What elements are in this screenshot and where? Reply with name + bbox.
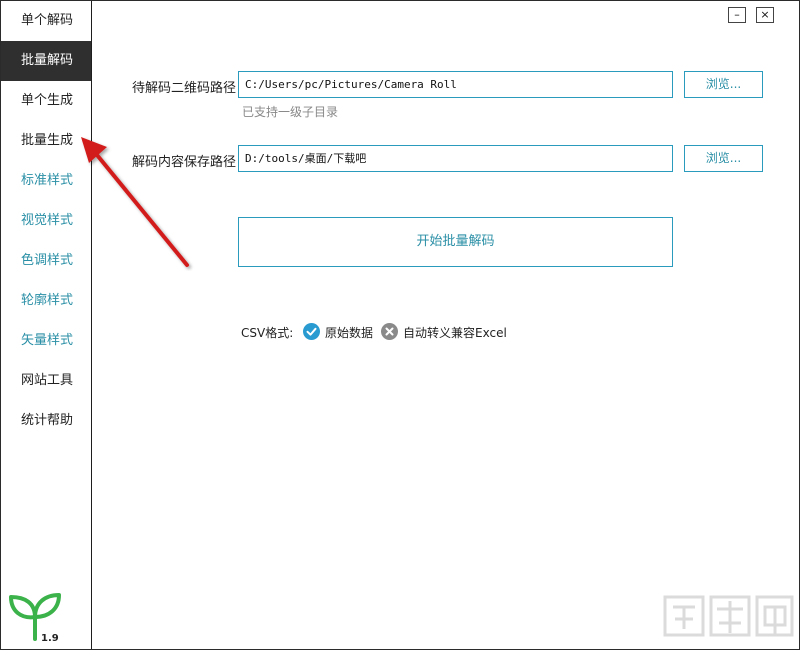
- sidebar-item-tone-style[interactable]: 色调样式: [1, 241, 91, 281]
- sidebar-item-visual-style[interactable]: 视觉样式: [1, 201, 91, 241]
- start-batch-decode-button[interactable]: 开始批量解码: [238, 217, 673, 267]
- sidebar: 单个解码 批量解码 单个生成 批量生成 标准样式 视觉样式 色调样式 轮廓样式 …: [1, 1, 92, 649]
- csv-format-label: CSV格式:: [241, 326, 294, 340]
- sidebar-item-single-decode[interactable]: 单个解码: [1, 1, 91, 41]
- sidebar-item-standard-style[interactable]: 标准样式: [1, 161, 91, 201]
- version-label: 1.9: [41, 633, 59, 644]
- csv-option-raw-data[interactable]: 原始数据: [325, 324, 373, 341]
- subdirectory-hint: 已支持一级子目录: [242, 105, 339, 119]
- sidebar-item-vector-style[interactable]: 矢量样式: [1, 321, 91, 361]
- sidebar-item-single-generate[interactable]: 单个生成: [1, 81, 91, 121]
- sidebar-item-outline-style[interactable]: 轮廓样式: [1, 281, 91, 321]
- qr-path-input[interactable]: C:/Users/pc/Pictures/Camera Roll: [238, 71, 673, 98]
- csv-option-excel-compatible[interactable]: 自动转义兼容Excel: [403, 324, 507, 341]
- close-button[interactable]: ×: [756, 7, 774, 23]
- sidebar-item-batch-decode[interactable]: 批量解码: [1, 41, 91, 81]
- minimize-button[interactable]: –: [728, 7, 746, 23]
- sidebar-item-batch-generate[interactable]: 批量生成: [1, 121, 91, 161]
- save-path-label: 解码内容保存路径: [132, 155, 237, 170]
- qr-path-label: 待解码二维码路径: [132, 81, 237, 96]
- browse-qr-path-button[interactable]: 浏览...: [684, 71, 763, 98]
- save-path-input[interactable]: D:/tools/桌面/下载吧: [238, 145, 673, 172]
- watermark-logo-icon: [663, 595, 794, 637]
- check-circle-icon[interactable]: [303, 323, 320, 340]
- app-window: 单个解码 批量解码 单个生成 批量生成 标准样式 视觉样式 色调样式 轮廓样式 …: [0, 0, 800, 650]
- browse-save-path-button[interactable]: 浏览...: [684, 145, 763, 172]
- sidebar-item-stats-help[interactable]: 统计帮助: [1, 401, 91, 441]
- sidebar-item-web-tools[interactable]: 网站工具: [1, 361, 91, 401]
- cross-circle-icon[interactable]: [381, 323, 398, 340]
